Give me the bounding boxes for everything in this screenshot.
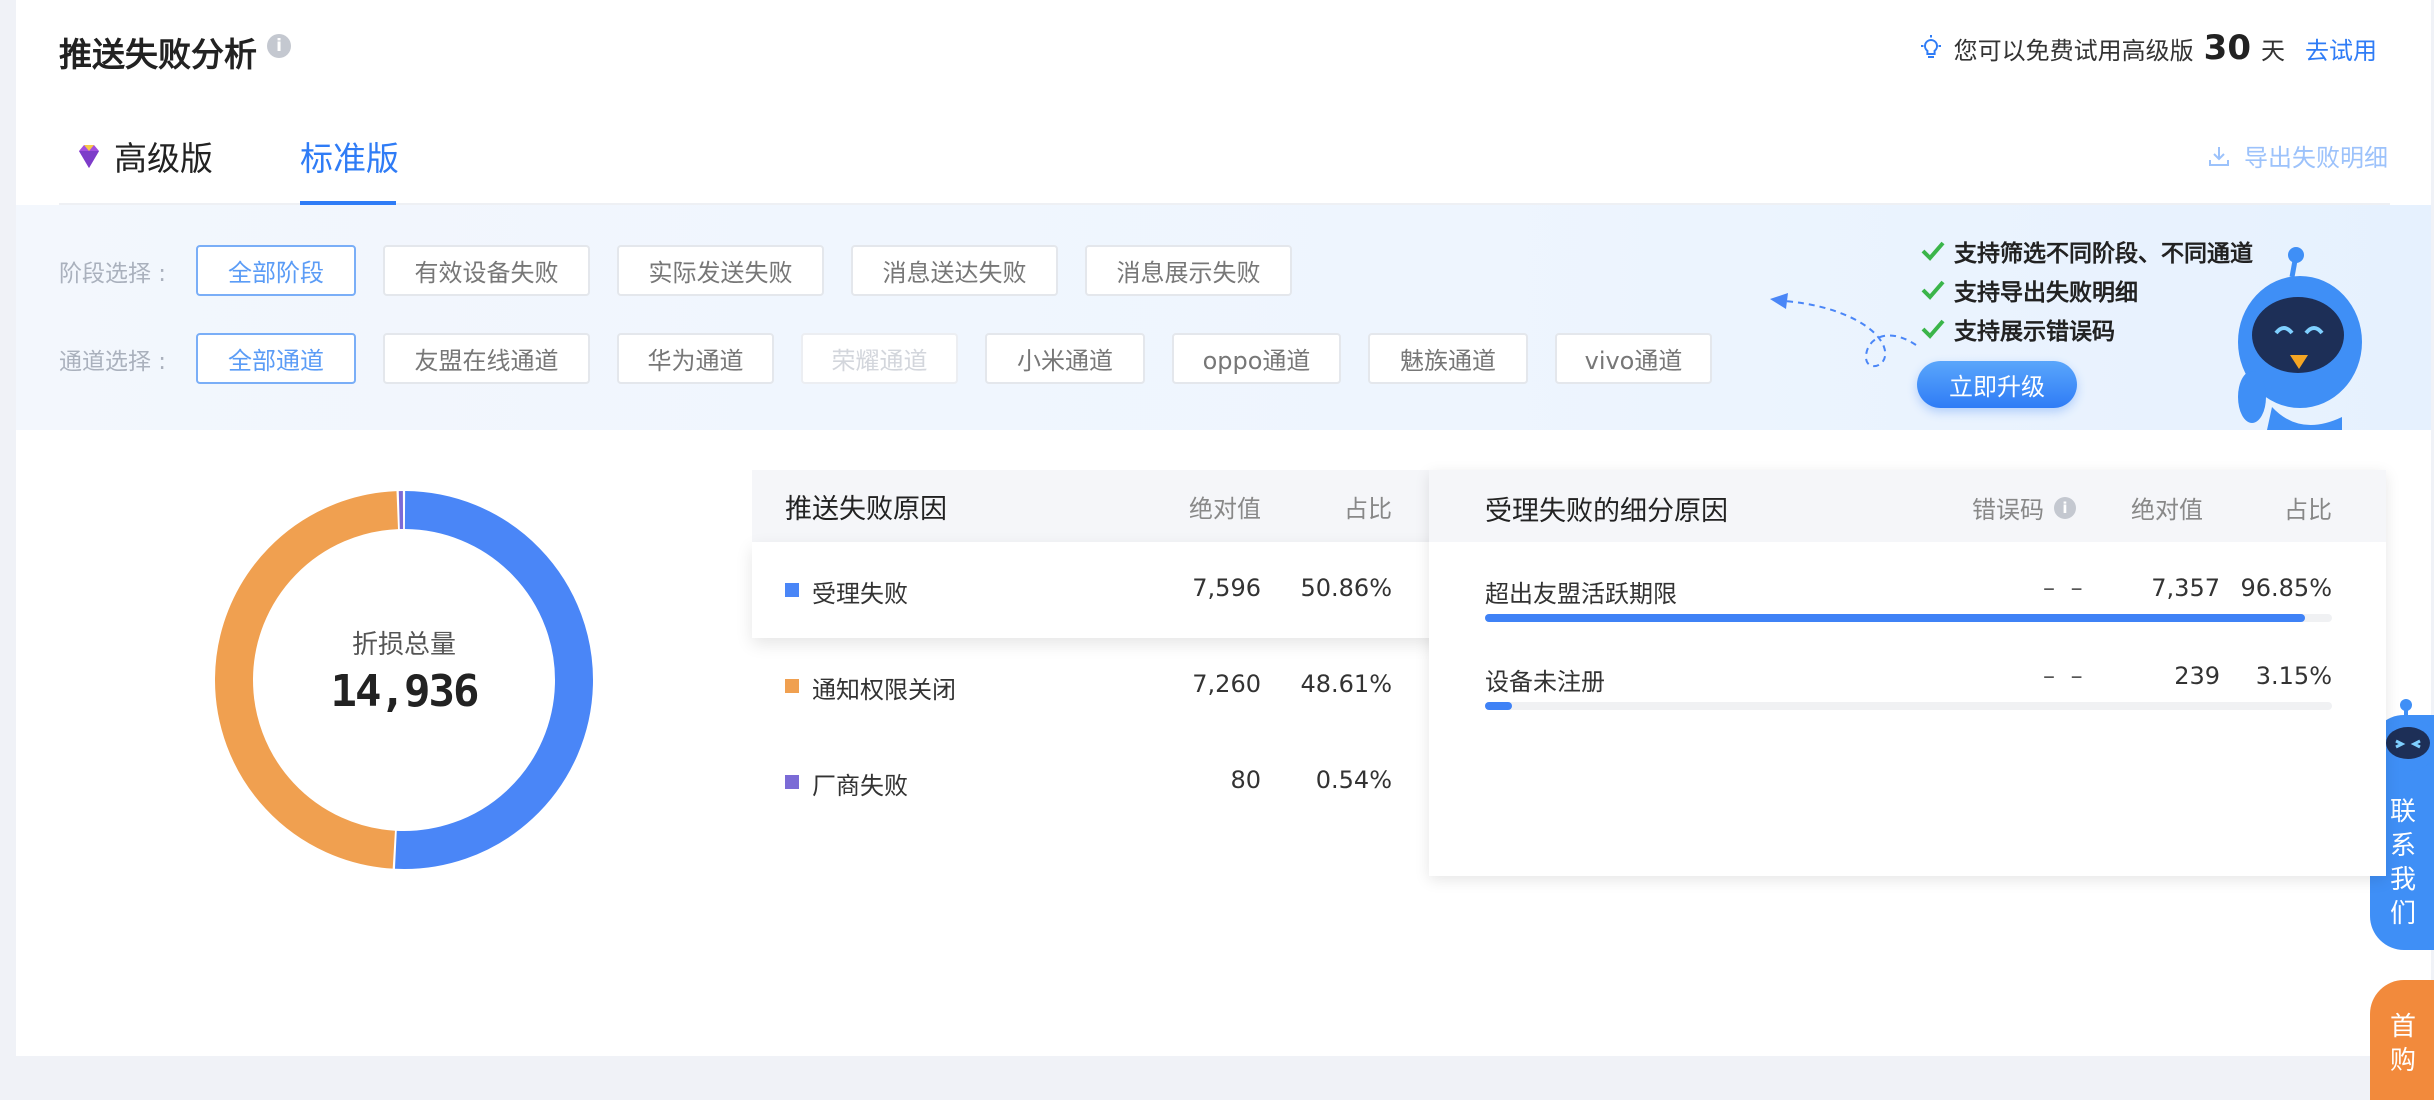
sub-reason-name: 设备未注册 — [1485, 662, 1605, 697]
col-reason: 推送失败原因 — [785, 487, 947, 526]
export-button[interactable]: 导出失败明细 — [2208, 138, 2388, 173]
table-row[interactable]: 厂商失败 80 0.54% — [752, 734, 1447, 830]
legend-swatch — [785, 775, 799, 789]
first-purchase-label: 首购 — [2388, 1010, 2418, 1078]
perk-text: 支持导出失败明细 — [1954, 273, 2138, 307]
table-header: 推送失败原因 绝对值 占比 — [752, 470, 1447, 542]
perk-item: 支持展示错误码 — [1920, 309, 2253, 348]
page-title: 推送失败分析 — [59, 28, 257, 76]
donut-total: 14,936 — [204, 666, 604, 717]
donut-label: 折损总量 — [204, 624, 604, 661]
reason-name: 通知权限关闭 — [812, 670, 956, 705]
channel-filter-label: 通道选择 : — [59, 342, 196, 376]
col-pct: 占比 — [2284, 490, 2332, 525]
trial-unit: 天 — [2261, 31, 2285, 66]
version-tabs: 高级版 标准版 导出失败明细 — [59, 128, 2390, 205]
reason-percent: 50.86% — [1300, 574, 1392, 602]
stage-filter-row: 阶段选择 : 全部阶段 有效设备失败 实际发送失败 消息送达失败 消息展示失败 — [59, 245, 1319, 296]
sub-reason-name: 超出友盟活跃期限 — [1485, 574, 1677, 609]
tab-premium-label: 高级版 — [114, 132, 213, 180]
table-row[interactable]: 通知权限关闭 7,260 48.61% — [752, 638, 1447, 734]
reason-percent: 48.61% — [1300, 670, 1392, 698]
reason-value: 7,596 — [1192, 574, 1261, 602]
sub-reason-value: 7,357 — [2151, 574, 2220, 602]
info-icon[interactable]: i — [267, 34, 291, 58]
tab-premium[interactable]: 高级版 — [74, 128, 213, 184]
error-code: – – — [2043, 662, 2087, 690]
col-abs: 绝对值 — [1189, 489, 1261, 524]
channel-chip-vivo[interactable]: vivo通道 — [1555, 333, 1712, 384]
stage-filter-label: 阶段选择 : — [59, 254, 196, 288]
col-abs: 绝对值 — [2131, 490, 2203, 525]
sub-reason-panel: 受理失败的细分原因 错误码 i 绝对值 占比 超出友盟活跃期限 – – 7,35… — [1429, 470, 2386, 876]
detail-title: 受理失败的细分原因 — [1485, 489, 1728, 528]
first-purchase-button[interactable]: 首购 — [2370, 980, 2434, 1100]
trial-days: 30 — [2204, 28, 2251, 68]
table-row[interactable]: 受理失败 7,596 50.86% — [752, 542, 1447, 638]
col-error-code: 错误码 i — [1972, 490, 2076, 525]
col-pct: 占比 — [1344, 489, 1392, 524]
channel-chip-oppo[interactable]: oppo通道 — [1172, 333, 1341, 384]
tab-standard[interactable]: 标准版 — [300, 128, 399, 184]
share-bar-fill — [1485, 702, 1512, 710]
sub-reason-percent: 96.85% — [2240, 574, 2332, 602]
share-bar-fill — [1485, 614, 2305, 622]
channel-chip-meizu[interactable]: 魅族通道 — [1368, 333, 1528, 384]
error-code-label: 错误码 — [1972, 490, 2044, 525]
channel-filter-row: 通道选择 : 全部通道 友盟在线通道 华为通道 荣耀通道 小米通道 oppo通道… — [59, 333, 1739, 384]
reason-name: 厂商失败 — [812, 766, 908, 801]
filter-panel: 阶段选择 : 全部阶段 有效设备失败 实际发送失败 消息送达失败 消息展示失败 … — [16, 205, 2431, 430]
failure-reasons-table: 推送失败原因 绝对值 占比 受理失败 7,596 50.86% 通知权限关闭 7… — [752, 470, 1447, 830]
reason-name: 受理失败 — [812, 574, 908, 609]
perk-text: 支持展示错误码 — [1954, 312, 2115, 346]
channel-chip-huawei[interactable]: 华为通道 — [617, 333, 774, 384]
legend-swatch — [785, 679, 799, 693]
stage-chip-actual-send[interactable]: 实际发送失败 — [617, 245, 824, 296]
perk-list: 支持筛选不同阶段、不同通道 支持导出失败明细 支持展示错误码 — [1920, 231, 2253, 348]
trial-text: 您可以免费试用高级版 — [1954, 31, 2194, 66]
perk-item: 支持筛选不同阶段、不同通道 — [1920, 231, 2253, 270]
check-icon — [1920, 277, 1946, 303]
channel-chip-xiaomi[interactable]: 小米通道 — [985, 333, 1145, 384]
dashed-arrow-icon — [1766, 285, 1926, 375]
check-icon — [1920, 316, 1946, 342]
perk-item: 支持导出失败明细 — [1920, 270, 2253, 309]
share-bar — [1485, 614, 2332, 622]
stage-chip-delivered[interactable]: 消息送达失败 — [851, 245, 1058, 296]
contact-label: 联系我们 — [2388, 795, 2418, 931]
loss-donut-chart: 折损总量 14,936 — [204, 480, 604, 880]
legend-swatch — [785, 583, 799, 597]
sub-reason-percent: 3.15% — [2256, 662, 2332, 690]
error-code: – – — [2043, 574, 2087, 602]
tab-standard-label: 标准版 — [300, 132, 399, 180]
stage-chip-all[interactable]: 全部阶段 — [196, 245, 356, 296]
channel-chip-umeng[interactable]: 友盟在线通道 — [383, 333, 590, 384]
check-icon — [1920, 238, 1946, 264]
reason-value: 80 — [1230, 766, 1261, 794]
stage-chip-valid-device[interactable]: 有效设备失败 — [383, 245, 590, 296]
page: 推送失败分析 i 您可以免费试用高级版 30 天 去试用 高级版 标准版 — [16, 0, 2431, 1056]
try-link[interactable]: 去试用 — [2305, 31, 2377, 66]
bird-mascot-icon — [2232, 247, 2382, 430]
lightbulb-icon — [1918, 35, 1944, 61]
sub-reason-value: 239 — [2174, 662, 2220, 690]
perk-text: 支持筛选不同阶段、不同通道 — [1954, 234, 2253, 268]
export-label: 导出失败明细 — [2244, 138, 2388, 173]
trial-banner: 您可以免费试用高级版 30 天 去试用 — [1918, 28, 2377, 68]
reason-value: 7,260 — [1192, 670, 1261, 698]
detail-header: 受理失败的细分原因 错误码 i 绝对值 占比 — [1429, 470, 2386, 542]
stage-chip-displayed[interactable]: 消息展示失败 — [1085, 245, 1292, 296]
upgrade-button[interactable]: 立即升级 — [1917, 361, 2077, 408]
download-icon — [2208, 145, 2230, 167]
channel-chip-honor: 荣耀通道 — [801, 333, 958, 384]
channel-chip-all[interactable]: 全部通道 — [196, 333, 356, 384]
detail-row: 超出友盟活跃期限 – – 7,357 96.85% — [1429, 558, 2386, 646]
share-bar — [1485, 702, 2332, 710]
diamond-icon — [74, 141, 104, 171]
detail-row: 设备未注册 – – 239 3.15% — [1429, 646, 2386, 734]
reason-percent: 0.54% — [1316, 766, 1392, 794]
info-icon[interactable]: i — [2054, 497, 2076, 519]
